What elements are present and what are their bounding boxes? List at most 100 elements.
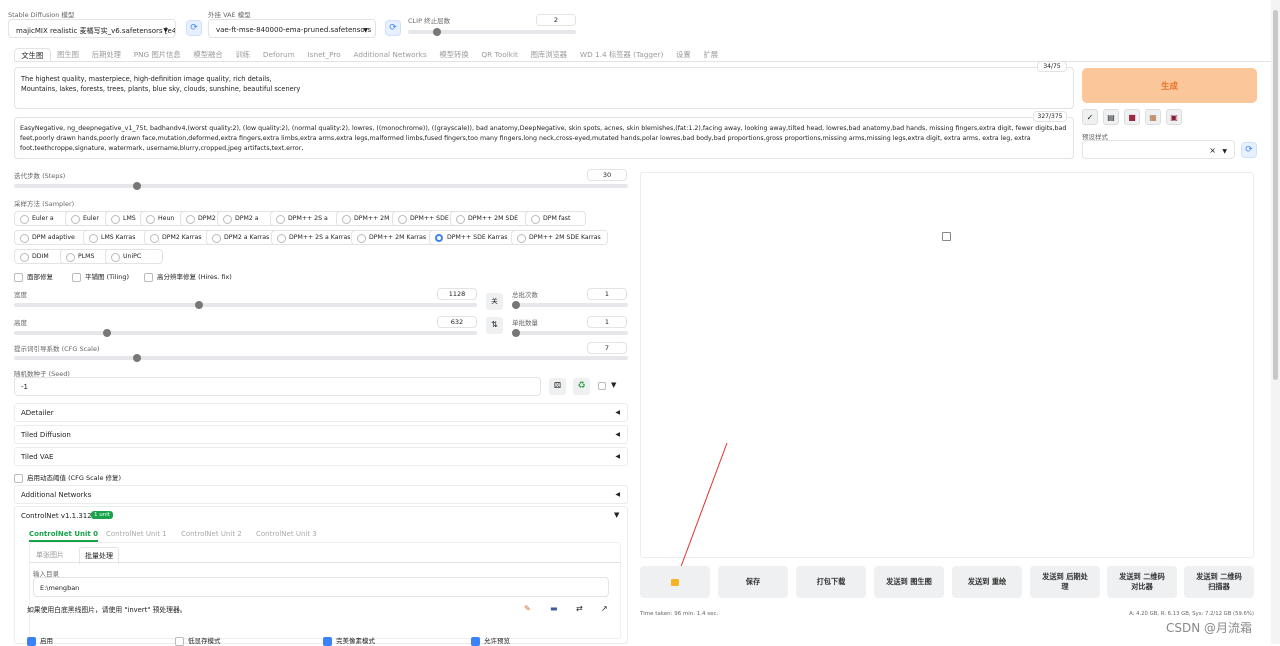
mirror-icon[interactable]: ⇄	[576, 604, 583, 613]
sampler-option[interactable]: DPM++ SDE Karras	[429, 230, 523, 245]
clip-slider-thumb[interactable]	[432, 28, 441, 36]
tab-2[interactable]: 后期处理	[85, 48, 127, 62]
pixel-perfect-checkbox[interactable]: 完美像素模式	[323, 637, 375, 646]
action-button-0[interactable]: 保存	[718, 566, 788, 598]
tab-controlnet-unit-1[interactable]: ControlNet Unit 1	[106, 530, 167, 538]
tab-single-image[interactable]: 单张图片	[36, 550, 64, 560]
input-dir-field[interactable]: E:\mengban	[33, 577, 609, 597]
clear-icon[interactable]: ×	[1209, 146, 1216, 155]
refresh-icon[interactable]: ⟳	[385, 20, 401, 36]
sampler-option[interactable]: DPM++ 2S a Karras	[271, 230, 363, 245]
negative-prompt[interactable]: EasyNegative, ng_deepnegative_v1_75t, ba…	[14, 117, 1074, 159]
swap-label-button[interactable]: 关	[486, 293, 503, 310]
cfg-slider[interactable]	[14, 354, 628, 362]
width-slider-thumb[interactable]	[195, 301, 204, 309]
sampler-option[interactable]: DPM++ 2M Karras	[351, 230, 441, 245]
tab-1[interactable]: 图生图	[51, 48, 86, 62]
tab-13[interactable]: 设置	[670, 48, 697, 62]
clipboard-icon[interactable]: ▦	[1145, 109, 1161, 125]
seed-input[interactable]: -1	[14, 377, 541, 396]
steps-slider[interactable]	[14, 182, 628, 190]
additional-networks-accordion[interactable]: Additional Networks ◀	[14, 485, 628, 504]
height-slider-thumb[interactable]	[102, 329, 111, 337]
height-slider[interactable]	[14, 329, 477, 337]
batch-size-slider[interactable]	[512, 329, 628, 337]
batch-size-thumb[interactable]	[512, 329, 520, 337]
tab-4[interactable]: 模型融合	[187, 48, 229, 62]
tab-9[interactable]: 模型转换	[433, 48, 475, 62]
enable-checkbox[interactable]: 启用	[27, 637, 53, 646]
batch-count-thumb[interactable]	[512, 301, 520, 309]
refresh-icon[interactable]: ⟳	[186, 20, 202, 36]
edit-icon[interactable]: ✎	[524, 604, 531, 613]
generate-button[interactable]: 生成	[1082, 68, 1257, 103]
width-slider[interactable]	[14, 301, 477, 309]
tab-14[interactable]: 扩展	[697, 48, 724, 62]
refresh-icon[interactable]: ⟳	[1241, 142, 1257, 158]
tab-controlnet-unit-0[interactable]: ControlNet Unit 0	[29, 530, 99, 542]
steps-number[interactable]: 30	[587, 169, 627, 181]
low-vram-checkbox[interactable]: 低显存模式	[175, 637, 221, 646]
sampler-option[interactable]: UniPC	[105, 249, 163, 264]
adetailer-accordion[interactable]: ADetailer ◀	[14, 403, 628, 422]
expand-arrow-icon[interactable]: ▼	[614, 511, 619, 519]
tab-controlnet-unit-2[interactable]: ControlNet Unit 2	[181, 530, 242, 538]
extra-seed-checkbox[interactable]	[598, 382, 606, 390]
face-restore-checkbox[interactable]: 面部修复	[14, 273, 53, 282]
tab-12[interactable]: WD 1.4 标签器 (Tagger)	[574, 48, 670, 62]
controlnet-title[interactable]: ControlNet v1.1.312	[21, 512, 92, 520]
action-button-1[interactable]: 打包下载	[796, 566, 866, 598]
scrollbar-thumb[interactable]	[1273, 10, 1278, 380]
tiling-checkbox[interactable]: 平铺图 (Tiling)	[72, 273, 129, 282]
action-button-3[interactable]: 发送到 重绘	[952, 566, 1022, 598]
cfg-slider-thumb[interactable]	[132, 354, 141, 362]
steps-slider-thumb[interactable]	[132, 182, 141, 190]
hires-fix-checkbox[interactable]: 高分辨率修复 (Hires. fix)	[144, 273, 232, 282]
tiled-vae-accordion[interactable]: Tiled VAE ◀	[14, 447, 628, 466]
allow-preview-checkbox[interactable]: 允许预览	[471, 637, 510, 646]
positive-prompt[interactable]: The highest quality, masterpiece, high-d…	[14, 67, 1074, 109]
tiled-diffusion-accordion[interactable]: Tiled Diffusion ◀	[14, 425, 628, 444]
dice-icon[interactable]: ⚄	[549, 378, 566, 395]
cfg-number[interactable]: 7	[587, 342, 627, 354]
controlnet-unit-badge: 1 unit	[91, 511, 113, 519]
clip-slider[interactable]	[408, 28, 576, 36]
action-button-6[interactable]: 发送到 二维码 扫描器	[1184, 566, 1254, 598]
action-button-2[interactable]: 发送到 图生图	[874, 566, 944, 598]
sd-model-dropdown[interactable]: majicMIX realistic 麦橘写实_v6.safetensors […	[8, 19, 176, 38]
tab-8[interactable]: Additional Networks	[347, 48, 433, 62]
clip-number[interactable]: 2	[536, 14, 576, 26]
tab-11[interactable]: 图库浏览器	[524, 48, 573, 62]
tab-7[interactable]: Isnet_Pro	[301, 48, 347, 62]
save-style-icon[interactable]: ▣	[1166, 109, 1182, 125]
tab-10[interactable]: QR Toolkit	[475, 48, 524, 62]
camera-icon[interactable]: ▬	[550, 604, 558, 613]
batch-count-number[interactable]: 1	[587, 288, 627, 300]
batch-size-number[interactable]: 1	[587, 316, 627, 328]
chevron-down-icon[interactable]: ▼	[611, 381, 616, 389]
trash-icon[interactable]: ▤	[1103, 109, 1119, 125]
action-button-5[interactable]: 发送到 二维码 对比器	[1107, 566, 1177, 598]
batch-count-slider[interactable]	[512, 301, 628, 309]
open-folder-button[interactable]	[640, 566, 710, 598]
tab-5[interactable]: 训练	[229, 48, 256, 62]
width-number[interactable]: 1128	[437, 288, 477, 300]
vae-dropdown[interactable]: vae-ft-mse-840000-ema-pruned.safetensors…	[208, 19, 376, 38]
recycle-icon[interactable]: ♻	[573, 378, 590, 395]
styles-dropdown[interactable]: × ▼	[1082, 140, 1235, 159]
tab-0[interactable]: 文生图	[14, 48, 51, 62]
sampler-option[interactable]: DPM++ 2M SDE	[450, 211, 537, 226]
height-number[interactable]: 632	[437, 316, 477, 328]
sampler-option[interactable]: DPM++ 2M SDE Karras	[511, 230, 608, 245]
dynamic-threshold-checkbox[interactable]: 启用动态阈值 (CFG Scale 修复)	[14, 474, 121, 483]
send-dimensions-icon[interactable]: ↗	[601, 604, 608, 613]
sampler-label: 采样方法 (Sampler)	[14, 200, 75, 208]
action-button-4[interactable]: 发送到 后期处 理	[1030, 566, 1100, 598]
tab-controlnet-unit-3[interactable]: ControlNet Unit 3	[256, 530, 317, 538]
check-icon[interactable]: ✓	[1082, 109, 1098, 125]
style-book-icon[interactable]: ■	[1124, 109, 1140, 125]
tab-6[interactable]: Deforum	[256, 48, 301, 62]
sampler-option[interactable]: DPM fast	[525, 211, 586, 226]
swap-dimensions-icon[interactable]: ⇅	[486, 317, 503, 334]
tab-3[interactable]: PNG 图片信息	[127, 48, 187, 62]
